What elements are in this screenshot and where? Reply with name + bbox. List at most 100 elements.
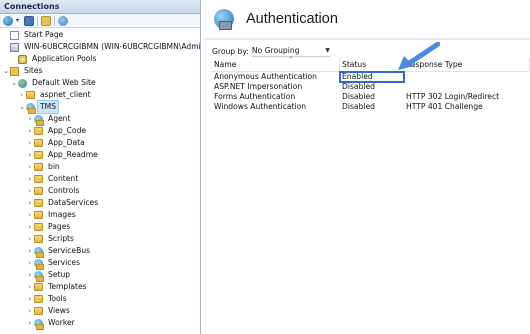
tree-item-label: App_Readme (48, 150, 98, 159)
expand-chevron-icon[interactable]: › (26, 173, 34, 185)
application-icon (26, 102, 36, 114)
expand-chevron-icon[interactable]: › (26, 293, 34, 305)
expand-chevron-icon[interactable]: › (26, 221, 34, 233)
tree-item[interactable]: › Pages (0, 221, 200, 233)
tree-item-label: Setup (48, 270, 71, 279)
expand-chevron-icon[interactable]: › (26, 281, 34, 293)
connections-title: Connections (0, 0, 200, 14)
application-icon (34, 270, 44, 282)
expand-chevron-icon[interactable]: › (26, 233, 34, 245)
cell-name: Anonymous Authentication (214, 72, 317, 81)
tree-item-label: Scripts (48, 234, 74, 243)
tree-item-label: Pages (48, 222, 71, 231)
cell-status: Disabled (342, 92, 375, 101)
expand-chevron-icon[interactable]: › (26, 113, 34, 125)
tree-item[interactable]: › Content (0, 173, 200, 185)
collapse-chevron-icon[interactable]: ⌄ (2, 65, 10, 77)
tree-item[interactable]: › App_Readme (0, 149, 200, 161)
cell-response-type: HTTP 401 Challenge (406, 102, 483, 111)
grid-body: Anonymous Authentication Enabled ASP.NET I… (212, 71, 530, 112)
tree-item[interactable]: › Images (0, 209, 200, 221)
tree-item[interactable]: ⌄ Sites (0, 65, 200, 77)
group-by-value: No Grouping (251, 46, 300, 55)
expand-chevron-icon[interactable]: › (26, 125, 34, 137)
server-icon (10, 42, 19, 52)
page-icon (10, 30, 19, 40)
tree-item[interactable]: Start Page (0, 29, 200, 41)
cell-name: Windows Authentication (214, 102, 307, 111)
expand-chevron-icon[interactable]: › (26, 185, 34, 197)
folder-icon (34, 151, 43, 159)
folder-icon (34, 163, 43, 171)
toolbar-divider (54, 15, 55, 26)
tree-item-label: WIN-6UBCRCGIBMN (WIN-6UBCRCGIBMN\Adminis… (24, 42, 201, 51)
tree-item[interactable]: › Worker (0, 317, 200, 330)
save-icon[interactable] (24, 15, 34, 26)
table-row[interactable]: Windows Authentication Disabled HTTP 401 C… (212, 102, 530, 112)
group-by-label: Group by: (212, 46, 249, 56)
feature-pane: Authentication Group by: No Grouping ▼ ^… (204, 0, 530, 334)
table-row[interactable]: ASP.NET Impersonation Disabled (212, 82, 530, 92)
expand-chevron-icon[interactable]: › (26, 245, 34, 257)
sites-folder-icon (10, 66, 19, 76)
tree-item[interactable]: › App_Code (0, 125, 200, 137)
connect-icon[interactable] (58, 15, 68, 26)
table-row[interactable]: Anonymous Authentication Enabled (212, 71, 530, 83)
group-by-bar: Group by: No Grouping ▼ (212, 45, 330, 57)
tree-item[interactable]: › DataServices (0, 197, 200, 209)
tree-item[interactable]: › Agent (0, 113, 200, 126)
connect-dropdown-caret-icon[interactable]: ▾ (16, 16, 21, 26)
column-header-name[interactable]: Name (212, 57, 340, 72)
chevron-down-icon: ▼ (325, 47, 330, 54)
connections-tree: Start Page WIN-6UBCRCGIBMN (WIN-6UBCRCGIB… (0, 28, 200, 330)
header-divider (204, 38, 530, 40)
collapse-chevron-icon[interactable]: ⌄ (10, 77, 18, 89)
expand-chevron-icon[interactable]: › (26, 149, 34, 161)
tree-item-label: bin (48, 162, 60, 171)
tree-item[interactable]: › ServiceBus (0, 245, 200, 258)
cell-name: Forms Authentication (214, 92, 296, 101)
tree-item[interactable]: › Services (0, 257, 200, 270)
tree-item[interactable]: › App_Data (0, 137, 200, 149)
folder-icon (34, 211, 43, 219)
tree-item[interactable]: ⌄ Default Web Site (0, 77, 200, 89)
cell-name: ASP.NET Impersonation (214, 82, 303, 91)
globe-icon (18, 78, 27, 88)
expand-chevron-icon[interactable]: › (26, 269, 34, 281)
tree-item[interactable]: › Tools (0, 293, 200, 305)
collapse-chevron-icon[interactable]: ⌄ (18, 101, 26, 113)
folder-icon (34, 283, 43, 291)
expand-chevron-icon[interactable]: › (26, 209, 34, 221)
connect-globe-icon[interactable] (3, 15, 13, 26)
expand-chevron-icon[interactable]: › (26, 137, 34, 149)
tree-item[interactable]: › Scripts (0, 233, 200, 245)
tree-item-label: Content (48, 174, 79, 183)
tree-item[interactable]: › Controls (0, 185, 200, 197)
group-by-select[interactable]: No Grouping ▼ (251, 46, 330, 57)
expand-chevron-icon[interactable]: › (26, 197, 34, 209)
folder-icon (34, 295, 43, 303)
tree-item[interactable]: › Templates (0, 281, 200, 293)
expand-chevron-icon[interactable]: › (26, 161, 34, 173)
tree-item-label: Tools (48, 294, 67, 303)
tree-item[interactable]: › bin (0, 161, 200, 173)
page-title: Authentication (246, 11, 338, 27)
expand-chevron-icon[interactable]: › (18, 89, 26, 101)
tree-item[interactable]: › aspnet_client (0, 89, 200, 101)
cell-response-type (404, 82, 530, 92)
tree-item[interactable]: WIN-6UBCRCGIBMN (WIN-6UBCRCGIBMN\Adminis… (0, 41, 200, 53)
tree-item[interactable]: › Setup (0, 269, 200, 282)
expand-chevron-icon[interactable]: › (26, 257, 34, 269)
tree-item[interactable]: Application Pools (0, 53, 200, 65)
expand-chevron-icon[interactable]: › (26, 305, 34, 317)
expand-chevron-icon[interactable]: › (26, 317, 34, 329)
tree-item[interactable]: ⌄ TMS (0, 100, 200, 114)
cell-response-type: HTTP 302 Login/Redirect (406, 92, 500, 101)
tree-item[interactable]: › Views (0, 305, 200, 317)
cell-response-type (404, 72, 530, 82)
folder-icon (26, 91, 35, 99)
tree-item-label: Sites (24, 66, 43, 75)
up-folder-icon[interactable] (41, 15, 51, 26)
table-row[interactable]: Forms Authentication Disabled HTTP 302 Log… (212, 92, 530, 102)
application-icon (34, 246, 44, 258)
